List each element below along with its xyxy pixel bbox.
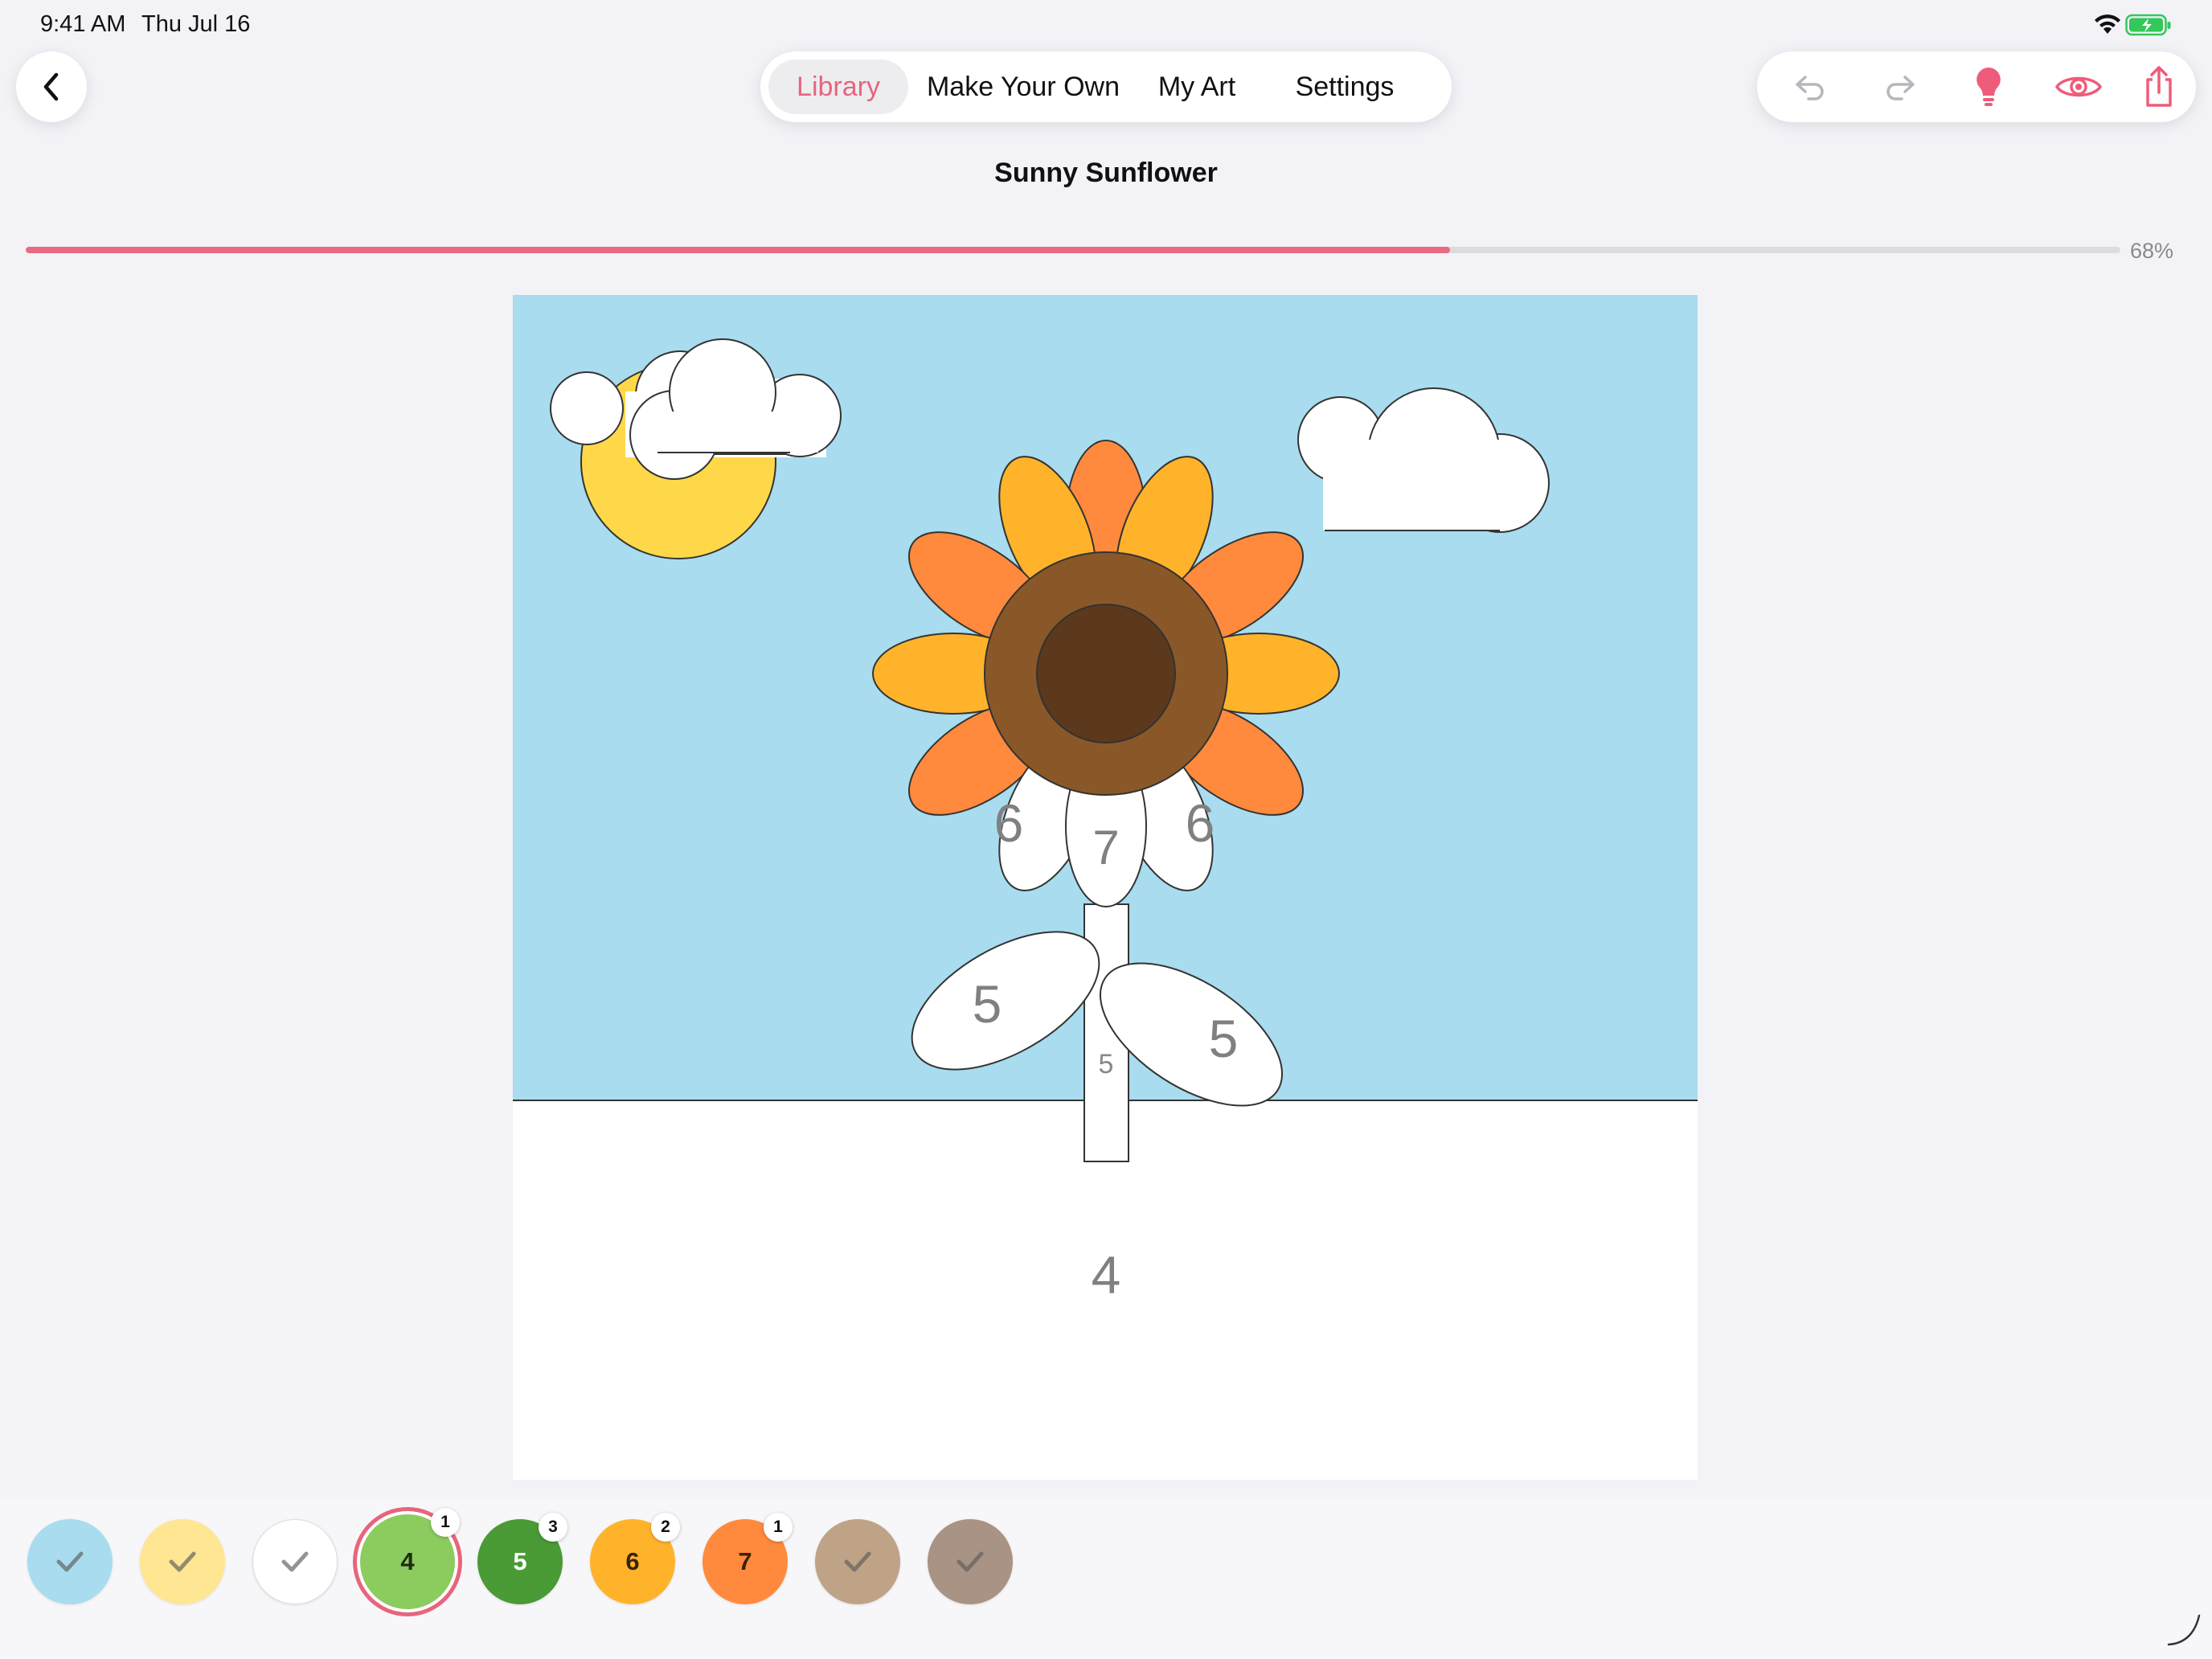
back-button[interactable] (16, 51, 87, 122)
check-icon (169, 1551, 196, 1572)
preview-button[interactable] (2054, 63, 2103, 111)
redo-button[interactable] (1876, 63, 1924, 111)
artwork-svg[interactable]: 5 5 5 6 7 6 4 (513, 295, 1698, 1480)
check-icon (281, 1551, 309, 1572)
palette-swatch-3[interactable] (252, 1519, 338, 1604)
check-icon (844, 1551, 871, 1572)
leaf-left-number: 5 (973, 974, 1002, 1034)
palette-swatch-4[interactable]: 41 (360, 1508, 460, 1609)
main-nav-tabs: Library Make Your Own My Art Settings (760, 51, 1452, 122)
share-button[interactable] (2135, 63, 2183, 111)
tab-my-art[interactable]: My Art (1137, 59, 1257, 114)
palette-swatch-8[interactable] (815, 1519, 900, 1604)
palette-swatch-9[interactable] (928, 1519, 1013, 1604)
color-palette: 41536271 (0, 1497, 2212, 1659)
eye-icon (2054, 76, 2103, 97)
artwork-title: Sunny Sunflower (994, 158, 1218, 188)
share-icon (2146, 66, 2172, 107)
tab-settings[interactable]: Settings (1268, 59, 1421, 114)
progress-label: 68% (2130, 239, 2174, 263)
wifi-icon (2095, 14, 2120, 34)
progress-bar (26, 247, 2120, 253)
petal-lower-left-number: 6 (994, 793, 1024, 853)
flower-center-inner-region[interactable] (1036, 604, 1176, 743)
drawing-toolbar (1757, 51, 2196, 122)
status-time: 9:41 AM (40, 11, 126, 37)
palette-swatch-6[interactable]: 62 (590, 1513, 680, 1604)
swatch-number: 5 (513, 1547, 527, 1575)
swatch-number: 7 (738, 1547, 752, 1575)
progress-fill (26, 247, 1451, 253)
redo-icon (1886, 76, 1915, 100)
check-icon (956, 1551, 984, 1572)
undo-button[interactable] (1786, 63, 1834, 111)
remaining-count-badge: 2 (651, 1513, 680, 1542)
stem-number: 5 (1099, 1049, 1114, 1079)
palette-swatch-7[interactable]: 71 (703, 1513, 793, 1604)
remaining-count-badge: 1 (764, 1513, 793, 1542)
status-bar: 9:41 AM Thu Jul 16 (0, 0, 2212, 48)
palette-swatch-1[interactable] (27, 1519, 113, 1604)
hint-button[interactable] (1964, 63, 2013, 111)
tab-make-your-own[interactable]: Make Your Own (921, 59, 1125, 114)
lightbulb-icon (1976, 68, 2001, 106)
remaining-count-badge: 3 (539, 1513, 567, 1542)
battery-charging-icon (2125, 14, 2171, 36)
swatch-number: 4 (400, 1547, 415, 1575)
chevron-left-icon (43, 72, 59, 101)
leaf-right-number: 5 (1209, 1009, 1239, 1068)
ground-number: 4 (1092, 1245, 1121, 1305)
palette-swatch-5[interactable]: 53 (477, 1513, 567, 1604)
palette-swatch-2[interactable] (140, 1519, 225, 1604)
petal-bottom-number: 7 (1092, 821, 1119, 875)
status-date: Thu Jul 16 (141, 11, 251, 37)
coloring-canvas[interactable]: 5 5 5 6 7 6 4 (513, 295, 1698, 1480)
tab-library[interactable]: Library (768, 59, 908, 114)
petal-lower-right-number: 6 (1186, 793, 1215, 853)
resize-handle-icon[interactable] (2165, 1611, 2202, 1648)
remaining-count-badge: 1 (431, 1508, 460, 1537)
undo-icon (1796, 76, 1824, 100)
swatch-number: 6 (625, 1547, 640, 1575)
check-icon (56, 1551, 84, 1572)
